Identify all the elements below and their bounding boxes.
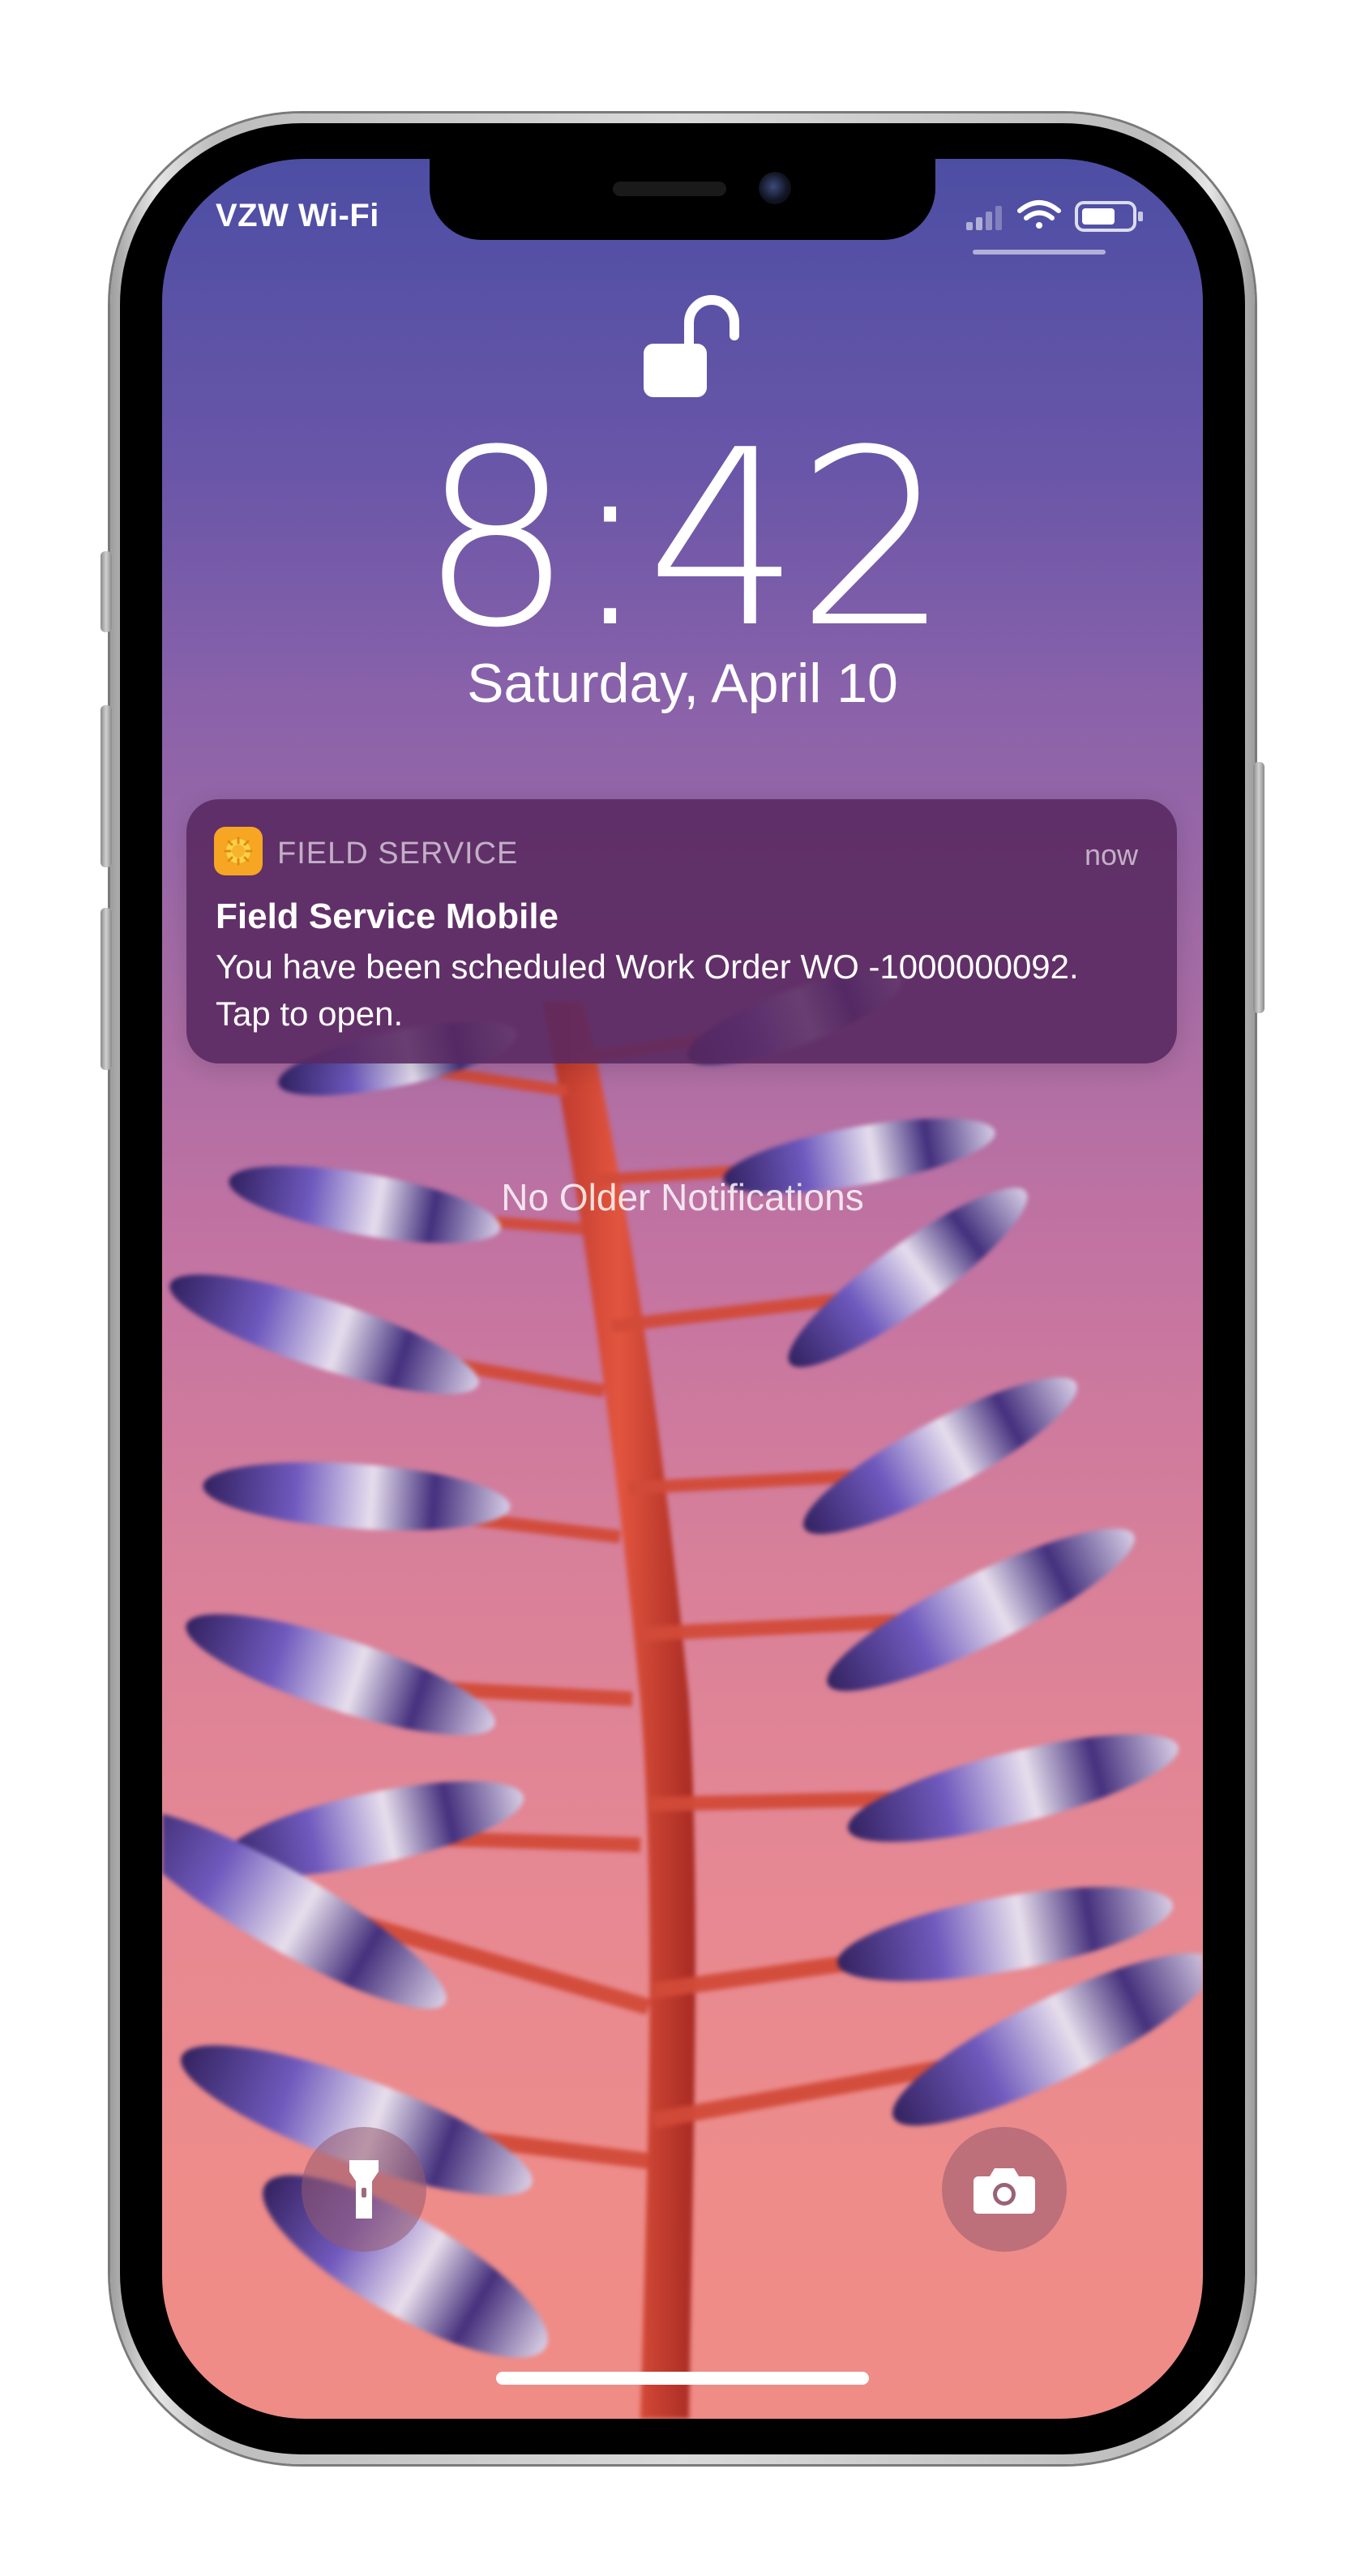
wifi-icon — [1017, 200, 1061, 229]
control-center-indicator[interactable] — [973, 250, 1106, 255]
volume-up-button — [101, 705, 112, 867]
camera-button[interactable] — [942, 2127, 1067, 2252]
carrier-label: VZW Wi-Fi — [216, 198, 379, 233]
power-button — [1253, 762, 1264, 1013]
flashlight-button[interactable] — [302, 2127, 426, 2252]
lock-screen[interactable]: VZW Wi-Fi 8:42 Saturday, April 10 FIELD … — [162, 159, 1203, 2419]
cellular-signal-icon — [966, 206, 1002, 230]
notification-app-name: FIELD SERVICE — [277, 837, 519, 871]
flashlight-icon — [349, 2160, 379, 2219]
front-camera — [759, 172, 791, 204]
no-older-notifications-label: No Older Notifications — [501, 1176, 864, 1218]
notification-title: Field Service Mobile — [216, 896, 559, 936]
notification-body: You have been scheduled Work Order WO -1… — [216, 948, 1079, 1033]
field-service-app-icon — [214, 827, 263, 875]
camera-icon — [973, 2168, 1035, 2214]
lock-screen-date: Saturday, April 10 — [467, 653, 898, 714]
earpiece-speaker — [613, 182, 726, 196]
notch — [430, 159, 935, 240]
silent-switch — [101, 551, 112, 632]
unlocked-padlock-icon — [644, 295, 739, 397]
status-icons — [966, 200, 1143, 232]
volume-down-button — [101, 908, 112, 1070]
home-indicator[interactable] — [496, 2372, 869, 2385]
notification-card[interactable]: FIELD SERVICE now Field Service Mobile Y… — [186, 799, 1177, 1063]
notification-time: now — [1084, 838, 1138, 871]
lock-screen-time: 8:42 — [419, 398, 951, 681]
battery-icon — [1075, 201, 1143, 232]
